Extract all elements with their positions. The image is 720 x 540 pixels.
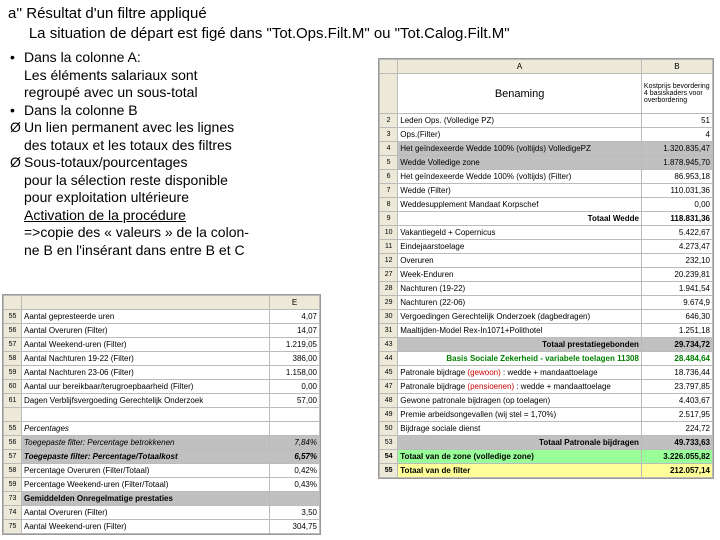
bullet-list: Dans la colonne A:Les éléments salariaux…	[0, 49, 370, 263]
excel-left-table: E55Aantal gepresteerde uren4,0756Aantal …	[2, 294, 321, 535]
bullet-item: Sous-totaux/pourcentagespour la sélectio…	[24, 154, 362, 259]
header-line1: a'' Résultat d'un filtre appliqué	[8, 4, 712, 24]
bullet-item: Dans la colonne A:Les éléments salariaux…	[24, 49, 362, 102]
header-line2: La situation de départ est figé dans "To…	[8, 24, 712, 44]
bullet-item: Dans la colonne B	[24, 102, 362, 120]
bullet-item: Un lien permanent avec les lignesdes tot…	[24, 119, 362, 154]
excel-top-table: ABBenamingKostprijs bevordering 4 basisk…	[378, 58, 714, 479]
